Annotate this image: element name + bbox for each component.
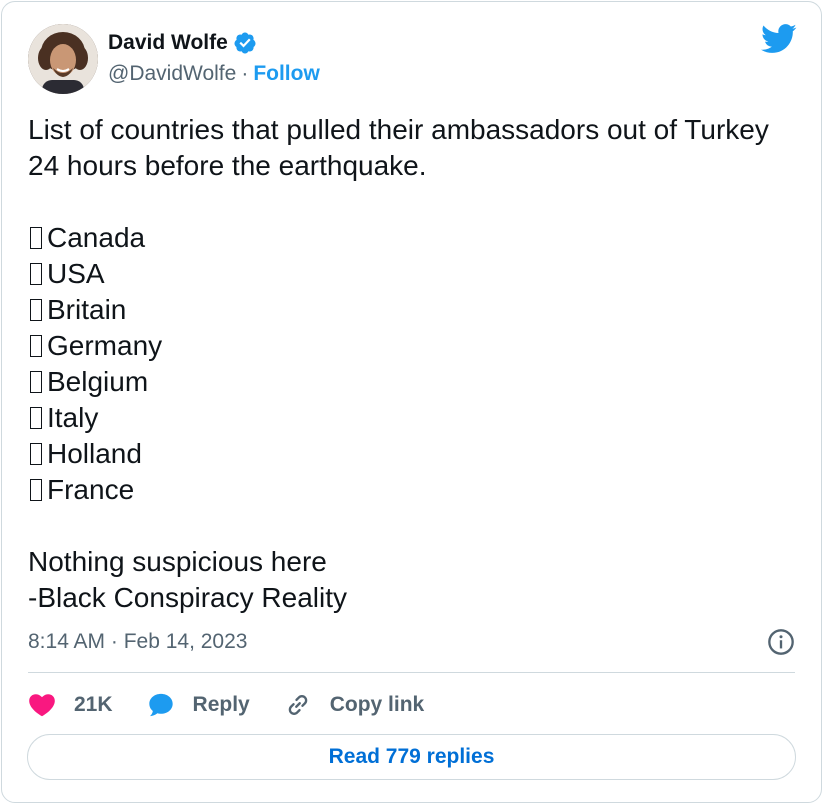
list-item: Holland xyxy=(28,436,798,472)
country-list: Canada USA Britain Germany Belgium Italy… xyxy=(28,220,798,508)
missing-glyph-box-icon xyxy=(30,263,42,285)
copy-link-label: Copy link xyxy=(329,693,425,716)
author-handle[interactable]: @DavidWolfe xyxy=(108,60,236,88)
missing-glyph-box-icon xyxy=(30,479,42,501)
follow-button[interactable]: Follow xyxy=(253,60,320,88)
verified-badge-icon xyxy=(234,32,256,54)
heart-icon xyxy=(29,694,55,717)
list-item: Britain xyxy=(28,292,798,328)
like-button[interactable]: 21K xyxy=(28,691,113,719)
list-item: Canada xyxy=(28,220,798,256)
country-name: USA xyxy=(47,258,105,289)
info-icon[interactable] xyxy=(767,628,795,656)
tweet-outro-line2: -Black Conspiracy Reality xyxy=(28,582,347,613)
country-name: Germany xyxy=(47,330,163,361)
missing-glyph-box-icon xyxy=(30,227,42,249)
missing-glyph-box-icon xyxy=(30,371,42,393)
missing-glyph-box-icon xyxy=(30,407,42,429)
country-name: Canada xyxy=(47,222,146,253)
handle-row: @DavidWolfe · Follow xyxy=(108,60,320,88)
read-replies-button[interactable]: Read 779 replies xyxy=(27,734,796,780)
tweet-card: David Wolfe @DavidWolfe · Follow List of… xyxy=(1,1,822,803)
twitter-bird-icon[interactable] xyxy=(761,24,797,54)
missing-glyph-box-icon xyxy=(30,443,42,465)
reply-label: Reply xyxy=(192,693,250,716)
country-name: Italy xyxy=(47,402,99,433)
read-replies-label: Read 779 replies xyxy=(328,745,495,768)
tweet-timestamp[interactable]: 8:14 AM · Feb 14, 2023 xyxy=(28,628,247,656)
author-name[interactable]: David Wolfe xyxy=(108,29,257,57)
country-name: Belgium xyxy=(47,366,149,397)
avatar[interactable] xyxy=(28,24,98,94)
likes-count: 21K xyxy=(74,693,113,716)
list-item: France xyxy=(28,472,798,508)
list-item: USA xyxy=(28,256,798,292)
list-item: Italy xyxy=(28,400,798,436)
author-name-text[interactable]: David Wolfe xyxy=(108,29,228,57)
tweet-text: List of countries that pulled their amba… xyxy=(28,112,798,616)
missing-glyph-box-icon xyxy=(30,299,42,321)
country-name: France xyxy=(47,474,135,505)
tweet-outro-line1: Nothing suspicious here xyxy=(28,546,327,577)
copy-link-button[interactable]: Copy link xyxy=(284,691,425,719)
action-bar: 21K Reply Copy link xyxy=(28,688,458,722)
link-icon xyxy=(288,695,307,715)
list-item: Germany xyxy=(28,328,798,364)
divider xyxy=(28,672,795,673)
tweet-intro: List of countries that pulled their amba… xyxy=(28,114,769,181)
reply-bubble-icon xyxy=(148,693,173,717)
avatar-portrait-icon xyxy=(28,24,98,94)
missing-glyph-box-icon xyxy=(30,335,42,357)
country-name: Holland xyxy=(47,438,142,469)
list-item: Belgium xyxy=(28,364,798,400)
reply-button[interactable]: Reply xyxy=(147,691,250,719)
separator-dot: · xyxy=(241,62,249,85)
country-name: Britain xyxy=(47,294,127,325)
